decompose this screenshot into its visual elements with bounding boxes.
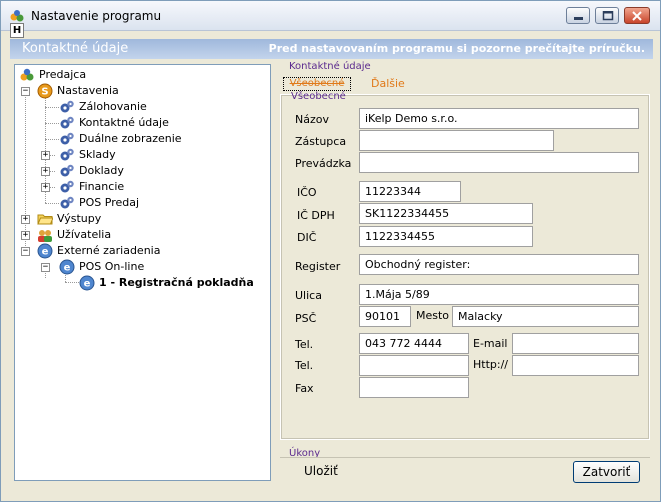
close-button[interactable]: Zatvoriť (573, 461, 640, 483)
dic-input[interactable]: 1122334455 (359, 226, 533, 247)
close-icon (632, 11, 642, 21)
zastupca-input[interactable] (359, 130, 554, 151)
close-window-button[interactable] (624, 7, 650, 24)
tree-collapse-externe-zariadenia[interactable]: − (21, 247, 30, 256)
label-tel2: Tel. (295, 359, 314, 372)
psc-input[interactable]: 90101 (359, 306, 411, 327)
device-icon: e (37, 243, 53, 259)
label-icdph: IČ DPH (297, 209, 335, 222)
tree-expand-uzivatelia[interactable]: + (21, 231, 30, 240)
svg-text:e: e (84, 279, 91, 290)
folder-icon (37, 214, 53, 225)
svg-text:S: S (41, 87, 48, 98)
svg-text:e: e (42, 247, 49, 258)
tree-line (65, 282, 79, 283)
tel2-input[interactable] (359, 355, 469, 376)
tab-dalsie[interactable]: Ďalšie (371, 77, 405, 90)
http-input[interactable] (512, 355, 639, 376)
label-fax: Fax (295, 382, 314, 395)
save-button[interactable]: Uložiť (304, 464, 338, 478)
gear-icon (60, 132, 74, 145)
tree-line (45, 107, 59, 108)
users-icon (20, 68, 34, 81)
device-icon: e (59, 259, 75, 275)
ico-input[interactable]: 11223344 (359, 181, 461, 202)
navigation-tree: Predajca − S Nastavenia Zálohovanie Kont… (14, 64, 271, 481)
gear-icon (60, 180, 74, 193)
label-zastupca: Zástupca (295, 135, 347, 148)
label-mesto: Mesto (416, 309, 450, 322)
label-prevadzka: Prevádzka (295, 157, 352, 170)
maximize-icon (602, 11, 614, 21)
label-ico: IČO (297, 186, 317, 199)
mesto-input[interactable]: Malacky (452, 306, 639, 327)
svg-text:e: e (64, 263, 71, 274)
menu-h-button[interactable]: H (10, 23, 24, 38)
tree-expand-vystupy[interactable]: + (21, 215, 30, 224)
fax-input[interactable] (359, 377, 469, 398)
app-icon (10, 10, 24, 22)
label-http: Http:// (473, 358, 508, 371)
gear-icon (60, 196, 74, 209)
main-window: Nastavenie programu H Kontaktné údaje Pr… (0, 0, 661, 502)
tree-line (45, 203, 59, 204)
minimize-button[interactable] (566, 7, 590, 24)
page-title: Kontaktné údaje (22, 41, 129, 56)
tree-collapse-nastavenia[interactable]: − (21, 87, 30, 96)
group-title-kontaktne-udaje: Kontaktné údaje (289, 61, 371, 72)
label-psc: PSČ (295, 312, 317, 325)
maximize-button[interactable] (595, 7, 619, 24)
label-ulica: Ulica (295, 289, 322, 302)
section-title-vseobecne: Všeobecné (291, 91, 346, 102)
title-bar[interactable]: Nastavenie programu (1, 1, 660, 31)
tab-vseobecne[interactable]: Všeobecné (283, 77, 351, 91)
nazov-input[interactable]: iKelp Demo s.r.o. (359, 108, 639, 129)
email-input[interactable] (512, 333, 639, 354)
prevadzka-input[interactable] (359, 152, 639, 173)
label-email: E-mail (473, 337, 508, 350)
tel1-input[interactable]: 043 772 4444 (359, 333, 469, 354)
tree-line (45, 123, 59, 124)
gear-icon (60, 148, 74, 161)
header-notice: Pred nastavovaním programu si pozorne pr… (268, 42, 645, 55)
label-tel1: Tel. (295, 338, 314, 351)
label-dic: DIČ (297, 231, 317, 244)
minimize-icon (574, 17, 583, 20)
page-header: Kontaktné údaje Pred nastavovaním progra… (10, 39, 653, 59)
gear-icon (60, 100, 74, 113)
ulica-input[interactable]: 1.Mája 5/89 (359, 284, 639, 305)
icdph-input[interactable]: SK1122334455 (359, 203, 533, 224)
tree-collapse-pos-online[interactable]: − (41, 263, 50, 272)
label-nazov: Názov (295, 113, 329, 126)
tree-expand-sklady[interactable]: + (41, 151, 50, 160)
tree-expand-doklady[interactable]: + (41, 167, 50, 176)
users-icon (38, 230, 52, 242)
label-register: Register (295, 260, 341, 273)
tree-line (45, 139, 59, 140)
tree-line (25, 87, 26, 250)
gear-icon (60, 116, 74, 129)
settings-icon: S (37, 83, 53, 99)
gear-icon (60, 164, 74, 177)
device-icon: e (79, 275, 95, 291)
window-title: Nastavenie programu (31, 9, 162, 23)
tree-expand-financie[interactable]: + (41, 183, 50, 192)
register-input[interactable]: Obchodný register: (359, 254, 639, 275)
